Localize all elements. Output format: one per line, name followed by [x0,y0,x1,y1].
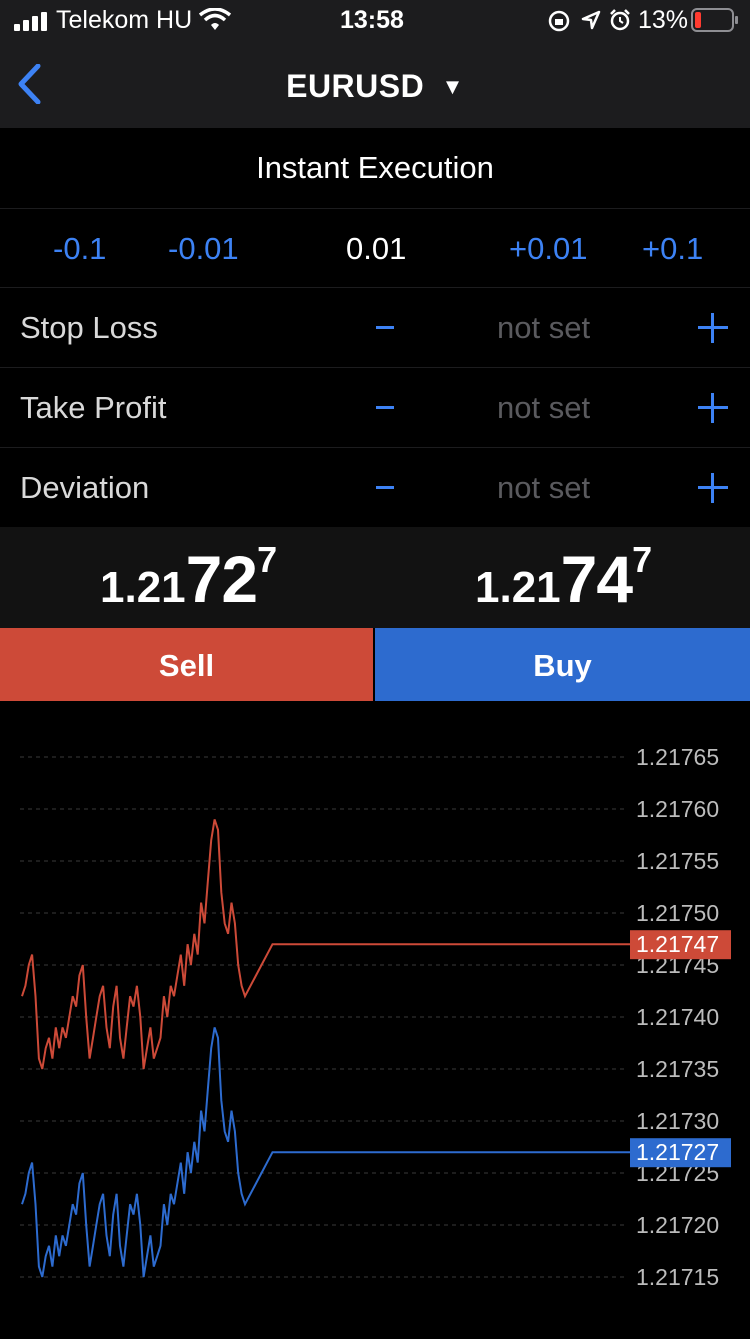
y-tick-label: 1.21755 [636,848,719,874]
sell-button-label: Sell [158,648,215,683]
take-profit-minus-button[interactable] [376,394,396,414]
buy-price-prefix: 1.21 [475,563,561,612]
y-tick-label: 1.21715 [636,1264,719,1290]
orientation-lock-icon [548,10,570,32]
location-icon [581,10,601,30]
y-tick-label: 1.21740 [636,1004,719,1030]
deviation-minus-button[interactable] [376,474,396,494]
stop-loss-label: Stop Loss [20,310,158,345]
y-tick-label: 1.21760 [636,796,719,822]
buy-price-sup: 7 [632,539,653,580]
deviation-value[interactable]: not set [497,470,590,506]
ask-current-price-label: 1.21747 [636,931,719,957]
ask-series-line [21,819,630,1070]
sell-price-prefix: 1.21 [100,563,186,612]
status-bar: Telekom HU 13:58 13% [0,0,750,40]
tick-chart-svg: 1.217651.217601.217551.217501.217451.217… [20,744,731,1290]
symbol-selector[interactable]: EURUSD ▼ [0,68,750,105]
clock: 13:58 [340,6,404,34]
y-tick-label: 1.21750 [636,900,719,926]
sell-price: 1.21727 [100,539,278,617]
buy-button[interactable]: Buy [375,628,750,701]
sell-button[interactable]: Sell [0,628,373,701]
bid-current-price-label: 1.21727 [636,1139,719,1165]
take-profit-row: Take Profit not set [0,368,750,448]
caret-down-icon: ▼ [441,74,464,99]
take-profit-value[interactable]: not set [497,390,590,426]
volume-decrease-large-button[interactable]: -0.1 [53,231,106,267]
y-tick-label: 1.21765 [636,744,719,770]
y-tick-label: 1.21735 [636,1056,719,1082]
carrier-label: Telekom HU [56,6,193,34]
buy-button-label: Buy [533,648,592,683]
signal-icon [14,12,47,31]
quote-panel: 1.21727 1.21747 [0,527,750,628]
alarm-icon [610,9,630,31]
battery-percent: 13% [638,6,689,34]
battery-icon [691,8,738,32]
sell-price-sup: 7 [257,539,278,580]
bid-series-line [21,1027,630,1278]
tick-chart[interactable]: 1.21765 1.21760 1.21755 1.21750 1.21745 1.217… [0,703,750,1334]
volume-increase-large-button[interactable]: +0.1 [642,231,703,267]
stop-loss-plus-button[interactable] [698,313,728,343]
take-profit-label: Take Profit [20,390,167,425]
y-tick-label: 1.21730 [636,1108,719,1134]
deviation-plus-button[interactable] [698,473,728,503]
stop-loss-row: Stop Loss not set [0,288,750,368]
stop-loss-value[interactable]: not set [497,310,590,346]
deviation-label: Deviation [20,470,150,505]
volume-row: -0.1 -0.01 0.01 +0.01 +0.1 [0,209,750,288]
execution-mode-label: Instant Execution [256,150,494,185]
y-tick-label: 1.21720 [636,1212,719,1238]
buy-price-big: 74 [560,542,633,616]
symbol-title: EURUSD [286,68,425,104]
volume-increase-small-button[interactable]: +0.01 [509,231,587,267]
buy-price: 1.21747 [475,539,653,617]
execution-mode-row[interactable]: Instant Execution [0,128,750,209]
volume-decrease-small-button[interactable]: -0.01 [168,231,239,267]
nav-bar: EURUSD ▼ [0,40,750,128]
volume-input[interactable]: 0.01 [346,231,406,267]
wifi-icon [199,8,231,30]
sell-price-big: 72 [185,542,258,616]
stop-loss-minus-button[interactable] [376,314,396,334]
deviation-row: Deviation not set [0,448,750,527]
take-profit-plus-button[interactable] [698,393,728,423]
